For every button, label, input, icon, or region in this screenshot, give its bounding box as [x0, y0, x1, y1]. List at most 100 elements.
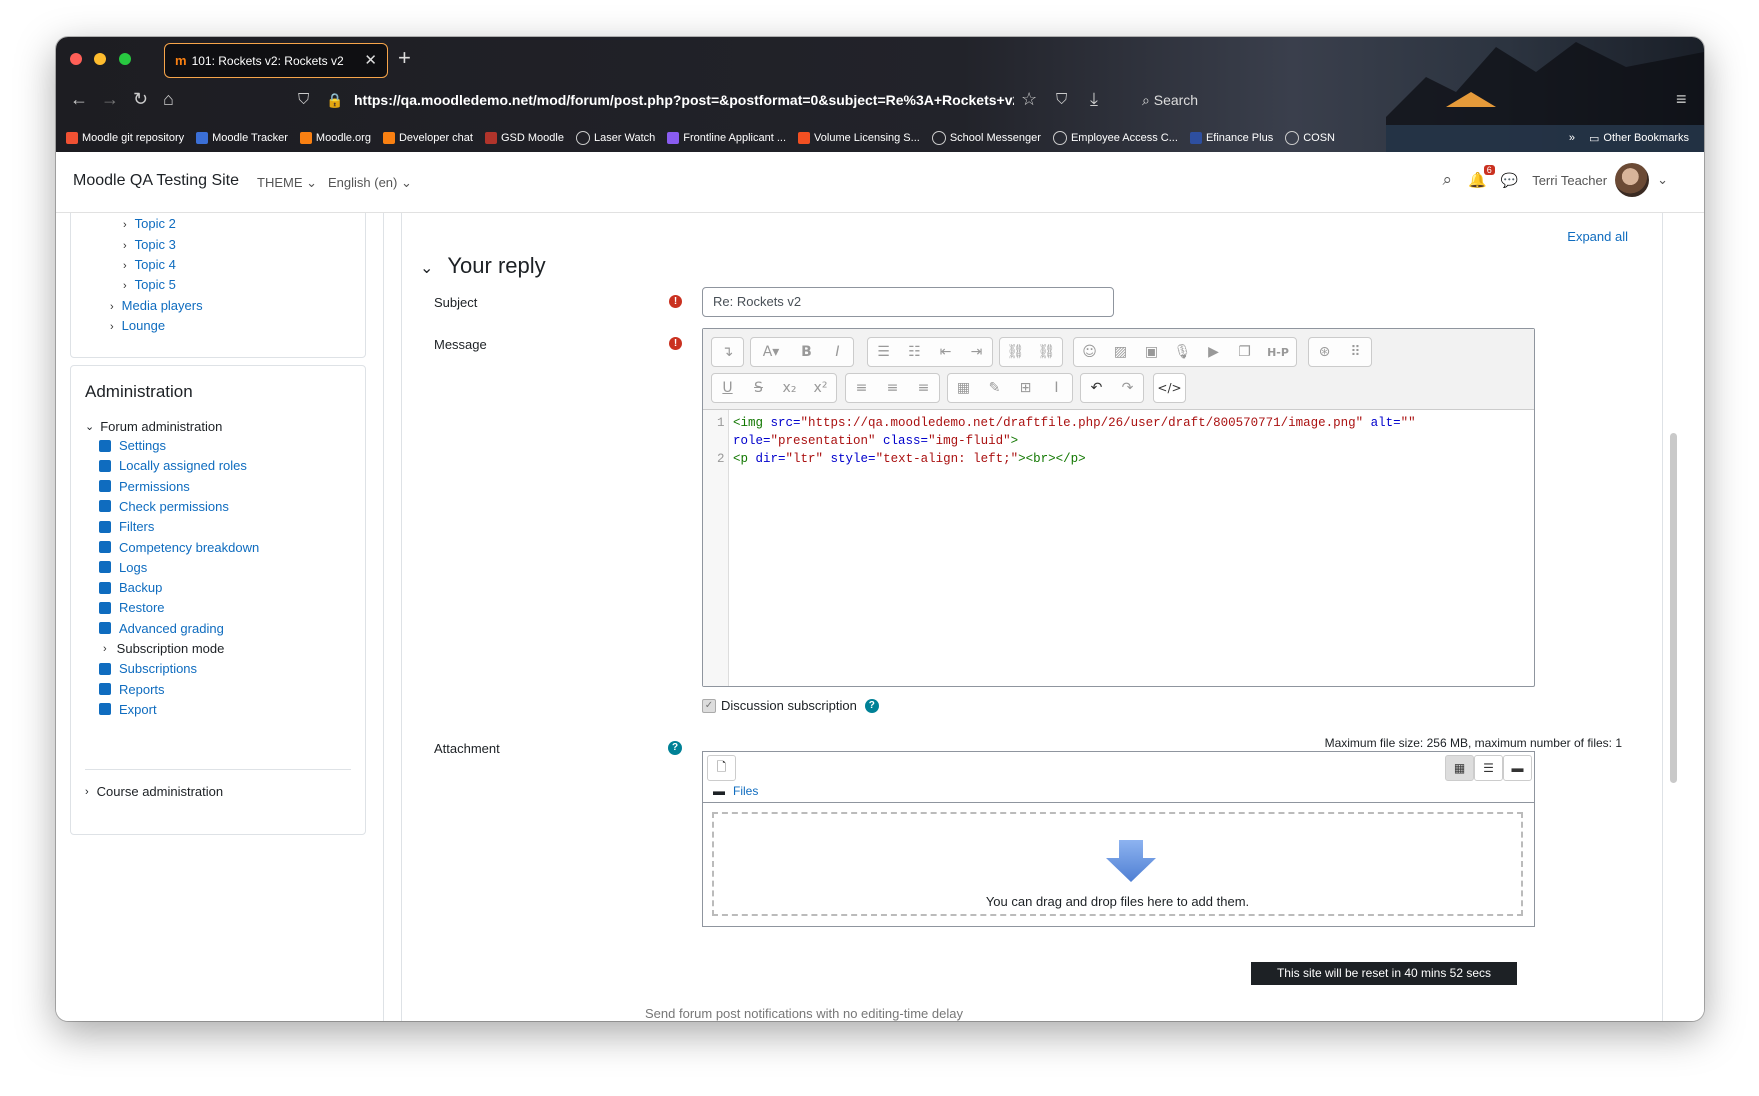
tree-view-icon[interactable]: ▬	[1503, 755, 1532, 781]
align-right-icon[interactable]: ≡	[908, 374, 939, 402]
messages-icon[interactable]: 💬	[1501, 172, 1518, 189]
equation-icon[interactable]: ▦	[948, 374, 979, 402]
menu-icon[interactable]: ≡	[1676, 89, 1687, 110]
strikethrough-icon[interactable]: S	[743, 374, 774, 402]
underline-icon[interactable]: U	[712, 374, 743, 402]
admin-item[interactable]: Reports	[99, 682, 165, 697]
back-icon[interactable]: ←	[70, 89, 88, 110]
bookmark-item[interactable]: COSN	[1285, 131, 1335, 145]
undo-icon[interactable]: ↶	[1081, 374, 1112, 402]
new-tab-icon[interactable]: +	[398, 45, 411, 71]
nav-media-players[interactable]: › Media players	[110, 298, 203, 313]
theme-menu[interactable]: THEME ⌄	[257, 175, 317, 191]
bookmark-item[interactable]: Laser Watch	[575, 131, 655, 145]
nav-topic-4[interactable]: › Topic 4	[123, 257, 176, 272]
bookmark-item[interactable]: Moodle Tracker	[196, 132, 288, 144]
nav-topic-3[interactable]: › Topic 3	[123, 237, 176, 252]
download-icon[interactable]: ⤓	[1090, 89, 1098, 110]
nav-lounge[interactable]: › Lounge	[110, 318, 165, 333]
subject-input[interactable]: Re: Rockets v2	[702, 287, 1114, 317]
link-icon[interactable]: ⛓	[1000, 338, 1031, 366]
admin-item[interactable]: Check permissions	[99, 499, 229, 514]
discussion-subscription-checkbox[interactable]: ✓	[702, 698, 716, 713]
subscript-icon[interactable]: x₂	[774, 374, 805, 402]
admin-item[interactable]: Filters	[99, 519, 154, 534]
admin-item[interactable]: Competency breakdown	[99, 540, 259, 555]
indent-icon[interactable]: ⇥	[961, 338, 992, 366]
browser-tab[interactable]: m 101: Rockets v2: Rockets v2 ✕	[164, 43, 388, 78]
help-icon[interactable]: ?	[668, 741, 682, 755]
search-icon[interactable]: ⌕	[1443, 170, 1453, 190]
forward-icon[interactable]: →	[101, 89, 119, 110]
bookmark-item[interactable]: School Messenger	[931, 131, 1041, 145]
avatar[interactable]	[1615, 163, 1650, 197]
other-bookmarks[interactable]: » ▭ Other Bookmarks	[1569, 127, 1689, 149]
shield-icon[interactable]: ⛉	[298, 91, 309, 108]
help-icon[interactable]: ?	[864, 698, 879, 713]
url-field[interactable]: https://qa.moodledemo.net/mod/forum/post…	[354, 92, 1014, 108]
unlink-icon[interactable]: ⛓	[1031, 338, 1062, 366]
admin-item[interactable]: Restore	[99, 600, 165, 615]
admin-item[interactable]: Backup	[99, 580, 162, 595]
admin-item[interactable]: › Subscription mode	[99, 641, 224, 656]
align-left-icon[interactable]: ≡	[846, 374, 877, 402]
superscript-icon[interactable]: x²	[805, 374, 836, 402]
bookmark-item[interactable]: Moodle.org	[299, 132, 371, 144]
bold-icon[interactable]: B	[791, 338, 822, 366]
admin-item[interactable]: Logs	[99, 560, 147, 575]
language-menu[interactable]: English (en) ⌄	[328, 175, 412, 191]
h5p-icon[interactable]: H-P	[1260, 338, 1296, 366]
reload-icon[interactable]: ↻	[133, 89, 148, 110]
image-icon[interactable]: ▨	[1105, 338, 1136, 366]
close-window-button[interactable]	[70, 53, 82, 65]
course-administration-node[interactable]: › Course administration	[85, 784, 223, 799]
notification-bell-icon[interactable]: 🔔 6	[1468, 165, 1495, 189]
site-name[interactable]: Moodle QA Testing Site	[73, 172, 239, 190]
bookmark-item[interactable]: GSD Moodle	[484, 132, 564, 144]
redo-icon[interactable]: ↷	[1112, 374, 1143, 402]
admin-item[interactable]: Locally assigned roles	[99, 458, 247, 473]
admin-item[interactable]: Permissions	[99, 479, 190, 494]
add-file-icon[interactable]: 🗋	[707, 755, 736, 781]
emoji-icon[interactable]: ☺	[1074, 338, 1105, 366]
special-char-icon[interactable]: ✎	[979, 374, 1010, 402]
outdent-icon[interactable]: ⇤	[930, 338, 961, 366]
bookmark-item[interactable]: Developer chat	[382, 132, 473, 144]
accessibility-checker-icon[interactable]: ⊛	[1309, 338, 1340, 366]
home-icon[interactable]: ⌂	[163, 89, 174, 110]
file-drop-zone[interactable]: You can drag and drop files here to add …	[712, 812, 1523, 916]
html-source-icon[interactable]: </>	[1154, 374, 1185, 402]
table-icon[interactable]: ⊞	[1010, 374, 1041, 402]
grid-view-icon[interactable]: ▦	[1445, 755, 1474, 781]
ordered-list-icon[interactable]: ☷	[899, 338, 930, 366]
admin-item[interactable]: Settings	[99, 438, 166, 453]
your-reply-header[interactable]: ⌄ Your reply	[420, 253, 546, 279]
record-video-icon[interactable]: ▶	[1198, 338, 1229, 366]
pocket-icon[interactable]: ⛉	[1056, 91, 1067, 108]
zoom-window-button[interactable]	[118, 53, 131, 65]
admin-item[interactable]: Export	[99, 702, 157, 717]
bookmark-item[interactable]: Efinance Plus	[1189, 132, 1273, 144]
admin-item[interactable]: Advanced grading	[99, 621, 224, 636]
admin-item[interactable]: Subscriptions	[99, 661, 197, 676]
scrollbar[interactable]	[1670, 433, 1677, 783]
record-audio-icon[interactable]: 🎙	[1167, 338, 1198, 366]
manage-files-icon[interactable]: ❐	[1229, 338, 1260, 366]
search-box[interactable]: ⌕ Search	[1142, 92, 1198, 109]
user-name[interactable]: Terri Teacher	[1532, 173, 1607, 188]
minimize-window-button[interactable]	[94, 53, 107, 65]
screenreader-helper-icon[interactable]: ⠿	[1340, 338, 1371, 366]
clear-formatting-icon[interactable]: Ⅰ	[1041, 374, 1072, 402]
bookmark-item[interactable]: Frontline Applicant ...	[667, 132, 786, 144]
bookmark-star-icon[interactable]: ☆	[1021, 89, 1037, 110]
collapse-toolbar-icon[interactable]: ↴	[712, 338, 743, 366]
expand-all-link[interactable]: Expand all	[1567, 229, 1628, 244]
bookmark-item[interactable]: Volume Licensing S...	[798, 132, 920, 144]
list-view-icon[interactable]: ☰	[1474, 755, 1503, 781]
unordered-list-icon[interactable]: ☰	[868, 338, 899, 366]
close-tab-icon[interactable]: ✕	[364, 51, 377, 69]
files-breadcrumb[interactable]: ▬ Files	[713, 784, 758, 798]
bookmark-item[interactable]: Moodle git repository	[66, 132, 184, 144]
chevron-double-right-icon[interactable]: »	[1569, 132, 1575, 144]
nav-topic-5[interactable]: › Topic 5	[123, 277, 176, 292]
